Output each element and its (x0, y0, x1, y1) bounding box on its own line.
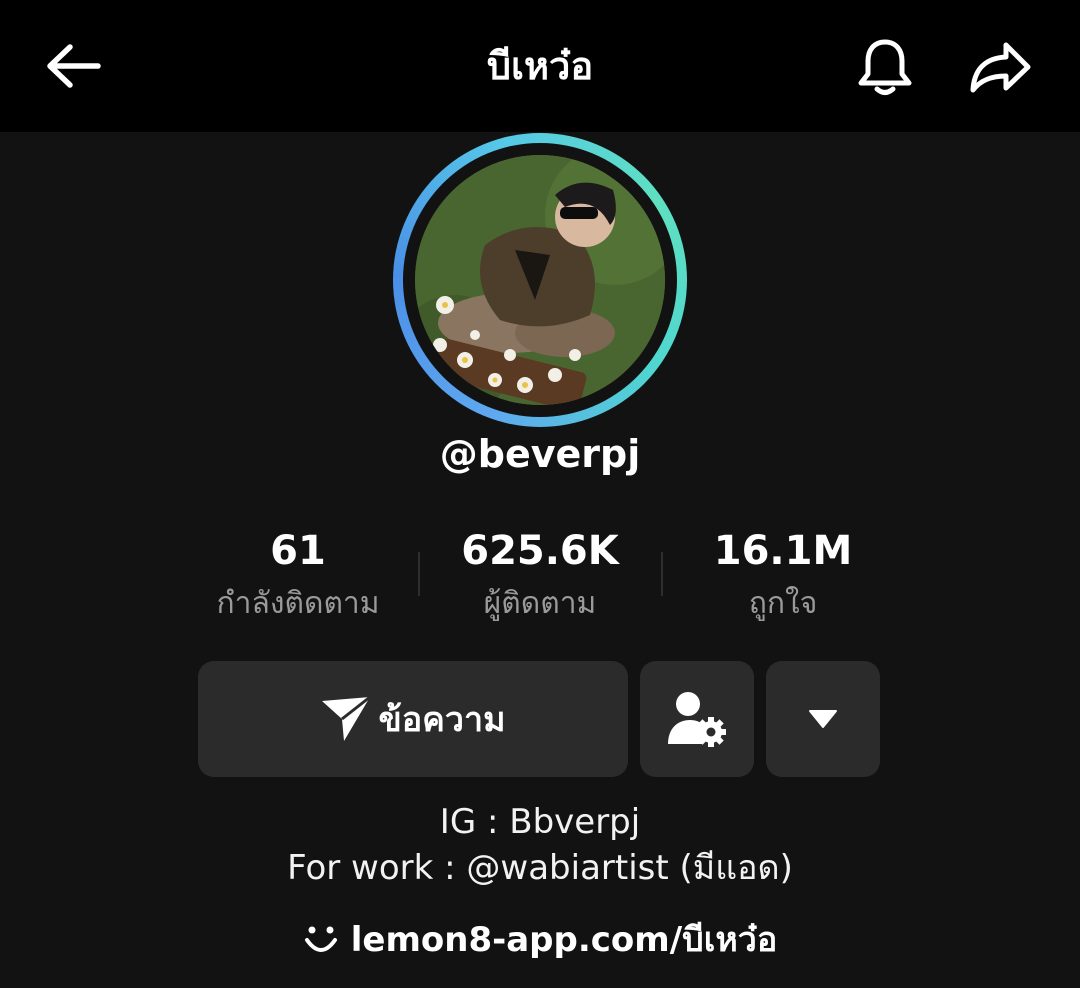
bio-line-work: For work : @wabiartist (มีแอด) (287, 848, 793, 888)
add-friend-button[interactable] (640, 661, 754, 777)
share-button[interactable] (966, 36, 1034, 98)
profile-link[interactable]: lemon8-app.com/บีเหว๋อ (200, 916, 880, 964)
share-arrow-icon (970, 42, 1031, 93)
stat-divider (661, 552, 663, 596)
stat-followers[interactable]: 625.6K ผู้ติดตาม (430, 523, 650, 629)
top-bar: บีเหว๋อ (0, 0, 1080, 132)
arrow-left-icon (47, 44, 101, 88)
lemon8-smile-icon (303, 924, 339, 956)
stat-likes[interactable]: 16.1M ถูกใจ (673, 523, 893, 629)
stat-followers-value: 625.6K (461, 528, 619, 574)
profile-link-text: lemon8-app.com/บีเหว๋อ (350, 920, 778, 960)
avatar-ring-gap (403, 143, 677, 417)
user-settings-icon (668, 692, 726, 747)
stat-following[interactable]: 61 กำลังติดตาม (188, 523, 408, 629)
page-title: บีเหว๋อ (486, 44, 594, 88)
profile-handle: @beverpj (439, 432, 641, 476)
avatar[interactable] (393, 133, 687, 427)
message-button[interactable]: ข้อความ (198, 661, 628, 777)
message-button-label: ข้อความ (378, 700, 506, 740)
stat-followers-label: ผู้ติดตาม (483, 586, 597, 621)
notification-bell-button[interactable] (852, 34, 918, 100)
bio-line-instagram: IG : Bbverpj (439, 802, 641, 842)
back-button[interactable] (40, 38, 106, 94)
stat-following-label: กำลังติดตาม (216, 586, 380, 621)
avatar-photo (415, 155, 665, 405)
stat-following-value: 61 (270, 528, 326, 574)
paper-plane-icon (322, 695, 372, 741)
avatar-illustration (415, 155, 665, 405)
stat-likes-value: 16.1M (713, 528, 853, 574)
stat-divider (418, 552, 420, 596)
caret-down-icon (809, 710, 837, 728)
stat-likes-label: ถูกใจ (748, 586, 818, 621)
bell-icon (858, 39, 912, 95)
more-options-button[interactable] (766, 661, 880, 777)
